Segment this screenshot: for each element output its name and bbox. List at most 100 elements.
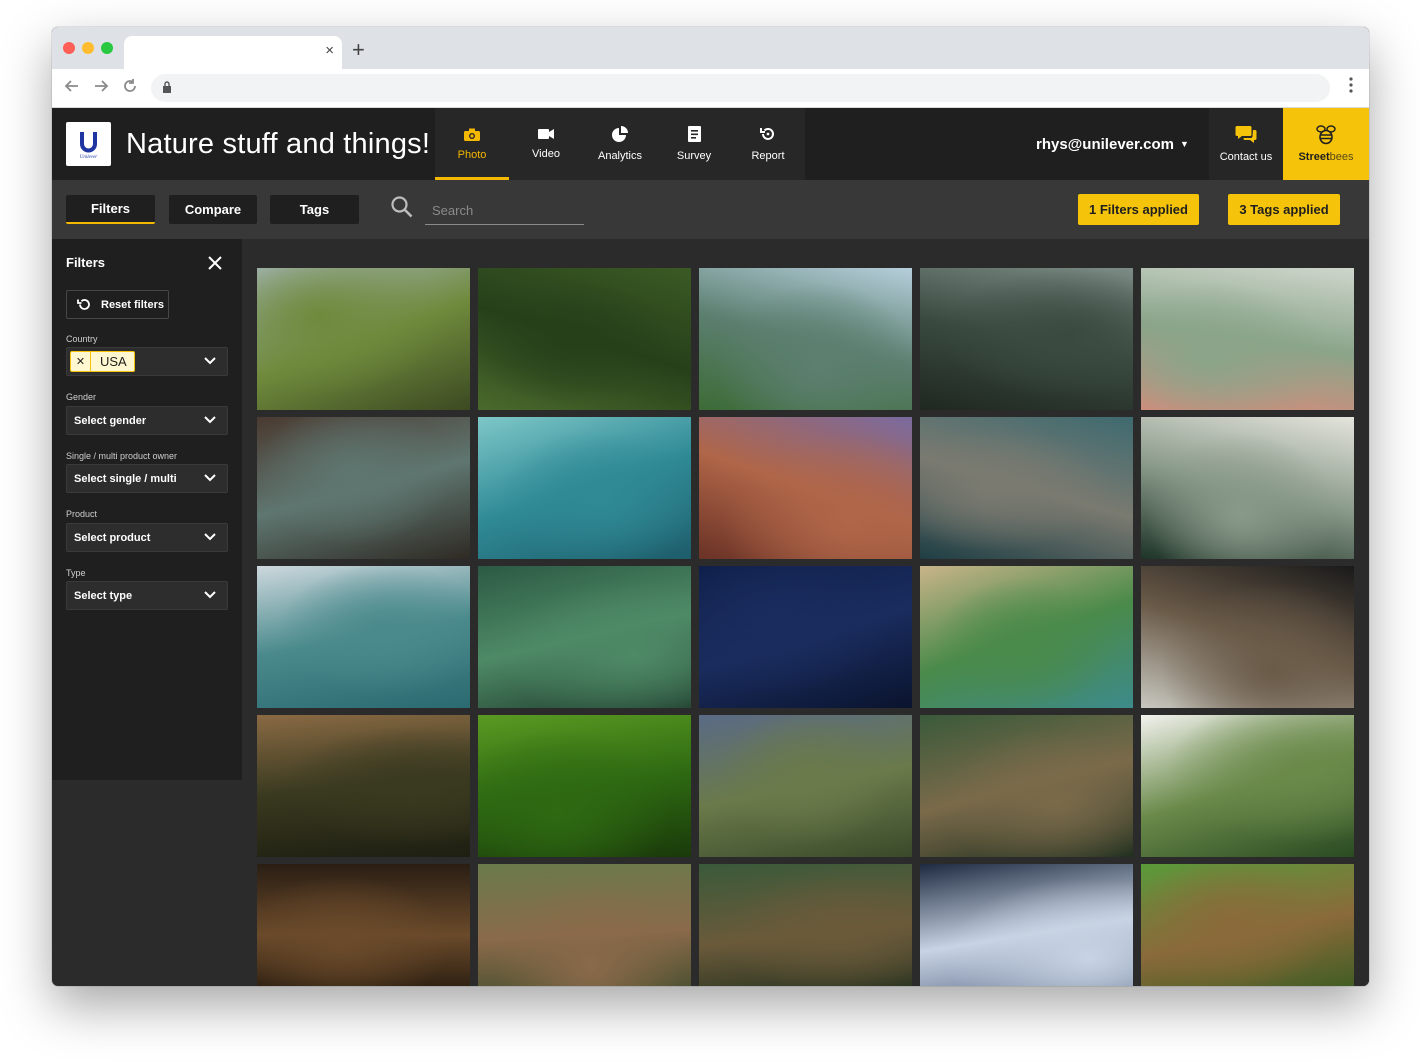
chevron-down-icon bbox=[204, 357, 216, 365]
browser-tab[interactable]: × bbox=[124, 36, 342, 70]
reload-icon[interactable] bbox=[122, 78, 138, 94]
minimize-window-button[interactable] bbox=[82, 42, 94, 54]
photo-night-sunset[interactable] bbox=[699, 566, 912, 708]
contact-us-button[interactable]: Contact us bbox=[1209, 108, 1283, 180]
photo-grid bbox=[257, 268, 1354, 986]
photo-white-flowers[interactable] bbox=[1141, 268, 1354, 410]
photo-gallery bbox=[242, 239, 1369, 986]
search-input[interactable] bbox=[425, 196, 584, 225]
brand-part-1: Street bbox=[1298, 151, 1330, 163]
photo-lake-mountains[interactable] bbox=[699, 268, 912, 410]
country-select[interactable]: ✕ USA bbox=[66, 347, 228, 376]
photo-elephant-water[interactable] bbox=[920, 417, 1133, 559]
chevron-down-icon bbox=[204, 416, 216, 424]
photo-woman-bridge[interactable] bbox=[920, 715, 1133, 857]
photo-aerial-lake-road[interactable] bbox=[920, 566, 1133, 708]
type-select-value: Select type bbox=[74, 589, 133, 602]
photo-dark-forest-path[interactable] bbox=[257, 864, 470, 986]
tags-tab-button[interactable]: Tags bbox=[270, 195, 359, 224]
photo-green-leaves[interactable] bbox=[478, 566, 691, 708]
browser-tab-bar: × + bbox=[52, 27, 1369, 70]
tab-survey[interactable]: Survey bbox=[657, 108, 731, 180]
back-arrow-icon[interactable] bbox=[64, 78, 80, 94]
browser-window: × + Unilever Nature stuff and things! Ph… bbox=[52, 27, 1369, 986]
browser-address-bar bbox=[52, 69, 1369, 108]
gender-select-value: Select gender bbox=[74, 414, 147, 427]
compare-tab-button[interactable]: Compare bbox=[169, 195, 257, 224]
url-input[interactable] bbox=[151, 74, 1330, 102]
tab-report-label: Report bbox=[751, 150, 785, 162]
product-label: Product bbox=[66, 509, 98, 519]
tab-survey-label: Survey bbox=[676, 150, 712, 162]
user-email: rhys@unilever.com bbox=[1036, 136, 1175, 153]
tab-analytics-label: Analytics bbox=[597, 150, 643, 162]
photo-jungle-cliff[interactable] bbox=[920, 268, 1133, 410]
tags-applied-button[interactable]: 3 Tags applied bbox=[1228, 194, 1340, 225]
user-menu[interactable]: rhys@unilever.com ▼ bbox=[1036, 136, 1189, 153]
photo-eagle[interactable] bbox=[1141, 864, 1354, 986]
page-title: Nature stuff and things! bbox=[126, 128, 431, 160]
streetbees-logo[interactable]: Streetbees bbox=[1283, 108, 1369, 180]
photo-window-curtain[interactable] bbox=[1141, 566, 1354, 708]
country-chip-label: USA bbox=[100, 354, 127, 369]
tab-analytics[interactable]: Analytics bbox=[583, 108, 657, 180]
photo-meadow-sunset[interactable] bbox=[257, 715, 470, 857]
filters-sidebar: Filters Reset filters Country ✕ USA Gend… bbox=[52, 239, 242, 780]
photo-mountain-lake-reflection[interactable] bbox=[257, 566, 470, 708]
video-camera-icon bbox=[538, 129, 554, 139]
app-header: Unilever Nature stuff and things! Photo … bbox=[52, 108, 1369, 180]
photo-wheat-field[interactable] bbox=[1141, 715, 1354, 857]
tab-report[interactable]: Report bbox=[731, 108, 805, 180]
gender-label: Gender bbox=[66, 392, 97, 402]
sidebar-title: Filters bbox=[66, 255, 106, 270]
unilever-logo: Unilever bbox=[66, 122, 111, 166]
photo-green-hills-valley[interactable] bbox=[257, 268, 470, 410]
tab-video[interactable]: Video bbox=[509, 108, 583, 180]
chevron-down-icon bbox=[204, 533, 216, 541]
type-select[interactable]: Select type bbox=[66, 581, 228, 610]
reset-icon bbox=[77, 299, 90, 310]
photo-woman-walkway[interactable] bbox=[699, 864, 912, 986]
chevron-down-icon: ▼ bbox=[1180, 139, 1189, 149]
country-label: Country bbox=[66, 334, 98, 344]
filters-applied-button[interactable]: 1 Filters applied bbox=[1078, 194, 1199, 225]
photo-fern-leaf[interactable] bbox=[257, 417, 470, 559]
toolbar: Filters Compare Tags 1 Filters applied 3… bbox=[52, 180, 1369, 239]
product-select[interactable]: Select product bbox=[66, 523, 228, 552]
tab-photo[interactable]: Photo bbox=[435, 108, 509, 180]
browser-menu-icon[interactable] bbox=[1349, 77, 1353, 93]
close-icon[interactable] bbox=[208, 256, 222, 270]
close-tab-icon[interactable]: × bbox=[325, 42, 334, 59]
country-chip: ✕ USA bbox=[70, 351, 135, 372]
close-window-button[interactable] bbox=[63, 42, 75, 54]
tab-photo-label: Photo bbox=[457, 148, 487, 161]
history-icon bbox=[760, 127, 774, 140]
new-tab-button[interactable]: + bbox=[352, 37, 365, 63]
photo-mountain-valley[interactable] bbox=[699, 715, 912, 857]
bee-icon bbox=[1316, 125, 1336, 145]
owner-select[interactable]: Select single / multi bbox=[66, 464, 228, 493]
svg-text:Unilever: Unilever bbox=[80, 155, 98, 160]
search-icon[interactable] bbox=[391, 196, 413, 218]
gender-select[interactable]: Select gender bbox=[66, 406, 228, 435]
brand-part-2: bees bbox=[1329, 151, 1354, 163]
tab-video-label: Video bbox=[532, 148, 560, 160]
streetbees-wordmark: Streetbees bbox=[1298, 151, 1353, 163]
photo-green-plant-leaves[interactable] bbox=[478, 715, 691, 857]
remove-chip-icon[interactable]: ✕ bbox=[71, 352, 91, 371]
photo-glass-building[interactable] bbox=[920, 864, 1133, 986]
pie-chart-icon bbox=[612, 126, 628, 142]
photo-misty-forest[interactable] bbox=[1141, 417, 1354, 559]
maximize-window-button[interactable] bbox=[101, 42, 113, 54]
reset-filters-label: Reset filters bbox=[101, 298, 164, 311]
chevron-down-icon bbox=[204, 591, 216, 599]
filters-tab-button[interactable]: Filters bbox=[66, 195, 155, 224]
photo-turquoise-river[interactable] bbox=[478, 417, 691, 559]
forward-arrow-icon[interactable] bbox=[93, 78, 109, 94]
chevron-down-icon bbox=[204, 474, 216, 482]
reset-filters-button[interactable]: Reset filters bbox=[66, 290, 169, 319]
photo-forest-trail[interactable] bbox=[478, 864, 691, 986]
type-label: Type bbox=[66, 568, 86, 578]
photo-grand-canyon[interactable] bbox=[699, 417, 912, 559]
photo-aerial-forest-road[interactable] bbox=[478, 268, 691, 410]
